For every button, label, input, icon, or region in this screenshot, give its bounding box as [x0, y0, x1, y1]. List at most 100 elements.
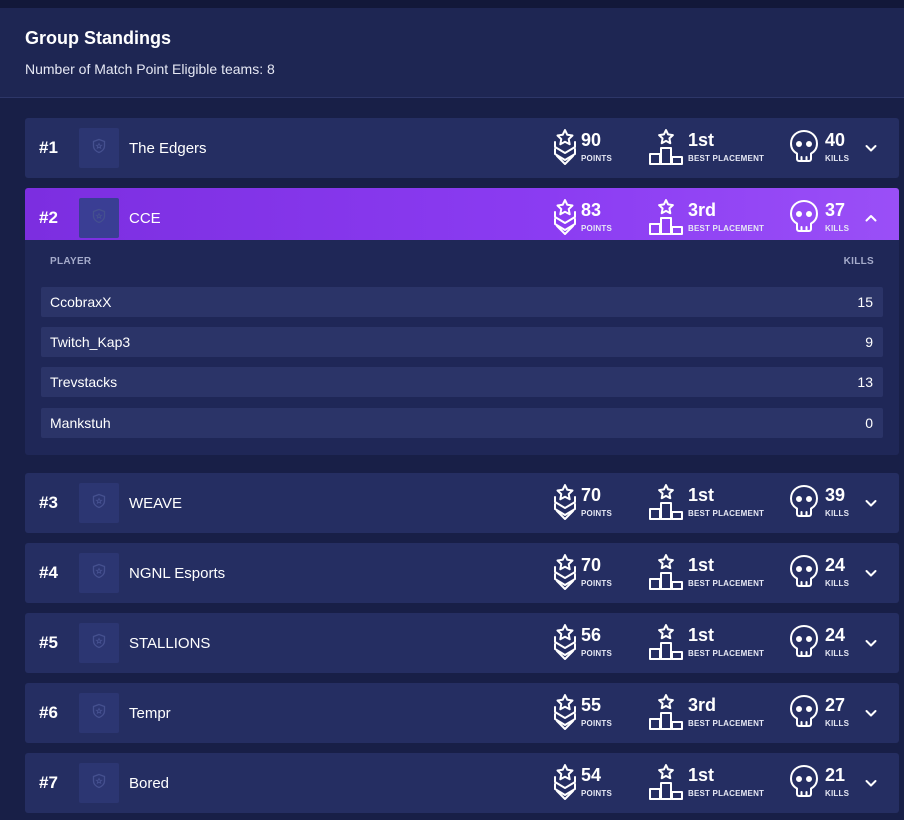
- chevron-rank-star-icon: [552, 693, 578, 731]
- team-logo: [79, 763, 119, 803]
- placement-value: 1st: [688, 625, 715, 645]
- chevron-down-icon[interactable]: [863, 140, 879, 156]
- chevron-up-icon[interactable]: [863, 210, 879, 226]
- points-label: POINTS: [581, 224, 612, 233]
- team-logo: [79, 623, 119, 663]
- chevron-rank-star-icon: [552, 763, 578, 801]
- kills-value: 24: [825, 625, 846, 645]
- kills-label: KILLS: [825, 509, 850, 518]
- points-label: POINTS: [581, 509, 612, 518]
- kills-label: KILLS: [825, 224, 850, 233]
- team-logo: [79, 128, 119, 168]
- podium-star-icon: [648, 483, 684, 521]
- kills-value: 37: [825, 200, 846, 220]
- points-label: POINTS: [581, 649, 612, 658]
- points-value: 56: [581, 625, 602, 645]
- placement-label: BEST PLACEMENT: [688, 579, 765, 588]
- player-row: Twitch_Kap3 9: [41, 327, 883, 357]
- kills-value: 40: [825, 130, 846, 150]
- team-name: CCE: [129, 210, 161, 227]
- shield-icon: [91, 773, 107, 794]
- placement-value: 3rd: [688, 200, 717, 220]
- kills-label: KILLS: [825, 789, 850, 798]
- chevron-down-icon[interactable]: [863, 705, 879, 721]
- player-name: CcobraxX: [50, 294, 112, 310]
- podium-star-icon: [648, 128, 684, 166]
- chevron-rank-star-icon: [552, 553, 578, 591]
- placement-label: BEST PLACEMENT: [688, 509, 765, 518]
- player-name: Twitch_Kap3: [50, 334, 131, 350]
- placement-label: BEST PLACEMENT: [688, 649, 765, 658]
- player-name: Trevstacks: [50, 374, 118, 390]
- player-kills: 15: [857, 294, 873, 310]
- team-name: Bored: [129, 775, 170, 792]
- points-value: 55: [581, 695, 602, 715]
- shield-icon: [91, 208, 107, 229]
- kills-label: KILLS: [825, 649, 850, 658]
- placement-value: 1st: [688, 130, 715, 150]
- kills-value: 27: [825, 695, 846, 715]
- team-rank: #7: [39, 773, 58, 792]
- skull-icon: [789, 129, 819, 167]
- team-row[interactable]: #4 NGNL Esports 70 POINTS 1st BEST PLACEMENT 2…: [25, 543, 899, 603]
- points-label: POINTS: [581, 154, 612, 163]
- team-rank: #6: [39, 703, 58, 722]
- points-label: POINTS: [581, 719, 612, 728]
- podium-star-icon: [648, 198, 684, 236]
- points-value: 90: [581, 130, 602, 150]
- page-title: Group Standings: [25, 28, 171, 48]
- player-name: Mankstuh: [50, 415, 111, 431]
- kills-label: KILLS: [825, 154, 850, 163]
- player-row: Trevstacks 13: [41, 367, 883, 397]
- podium-star-icon: [648, 763, 684, 801]
- team-name: NGNL Esports: [129, 565, 226, 582]
- team-row[interactable]: #6 Tempr 55 POINTS 3rd BEST PLACEMENT 27 KILLS: [25, 683, 899, 743]
- team-name: The Edgers: [129, 140, 207, 157]
- player-row: Mankstuh 0: [41, 408, 883, 438]
- team-row[interactable]: #7 Bored 54 POINTS 1st BEST PLACEMENT 21 KILLS: [25, 753, 899, 813]
- team-row[interactable]: #2 CCE 83 POINTS 3rd BEST PLACEMENT 37 KILLS: [25, 188, 899, 248]
- kills-column-header: KILLS: [843, 256, 874, 267]
- player-kills: 9: [865, 334, 873, 350]
- team-row[interactable]: #1 The Edgers 90 POINTS 1st BEST PLACEMENT 40 K…: [25, 118, 899, 178]
- podium-star-icon: [648, 553, 684, 591]
- placement-value: 1st: [688, 555, 715, 575]
- skull-icon: [789, 694, 819, 732]
- player-kills: 0: [865, 415, 873, 431]
- chevron-rank-star-icon: [552, 198, 578, 236]
- placement-label: BEST PLACEMENT: [688, 154, 765, 163]
- points-value: 70: [581, 485, 602, 505]
- points-label: POINTS: [581, 579, 612, 588]
- player-row: CcobraxX 15: [41, 287, 883, 317]
- team-rank: #2: [39, 208, 58, 227]
- chevron-rank-star-icon: [552, 483, 578, 521]
- placement-value: 1st: [688, 485, 715, 505]
- team-row[interactable]: #5 STALLIONS 56 POINTS 1st BEST PLACEMENT 24 KI…: [25, 613, 899, 673]
- team-name: WEAVE: [129, 495, 183, 512]
- shield-icon: [91, 493, 107, 514]
- points-value: 70: [581, 555, 602, 575]
- team-logo: [79, 483, 119, 523]
- points-value: 83: [581, 200, 602, 220]
- team-row[interactable]: #3 WEAVE 70 POINTS 1st BEST PLACEMENT 39 KILLS: [25, 473, 899, 533]
- eligible-teams-text: Number of Match Point Eligible teams: 8: [25, 61, 275, 77]
- chevron-down-icon[interactable]: [863, 565, 879, 581]
- shield-icon: [91, 703, 107, 724]
- skull-icon: [789, 199, 819, 237]
- chevron-rank-star-icon: [552, 128, 578, 166]
- placement-value: 3rd: [688, 695, 717, 715]
- team-name: Tempr: [129, 705, 171, 722]
- team-logo: [79, 693, 119, 733]
- skull-icon: [789, 484, 819, 522]
- standings-header: Group Standings Number of Match Point El…: [0, 8, 904, 98]
- team-logo: [79, 553, 119, 593]
- kills-label: KILLS: [825, 579, 850, 588]
- placement-label: BEST PLACEMENT: [688, 719, 765, 728]
- chevron-down-icon[interactable]: [863, 635, 879, 651]
- team-name: STALLIONS: [129, 635, 211, 652]
- points-label: POINTS: [581, 789, 612, 798]
- skull-icon: [789, 624, 819, 662]
- chevron-down-icon[interactable]: [863, 775, 879, 791]
- placement-label: BEST PLACEMENT: [688, 789, 765, 798]
- chevron-down-icon[interactable]: [863, 495, 879, 511]
